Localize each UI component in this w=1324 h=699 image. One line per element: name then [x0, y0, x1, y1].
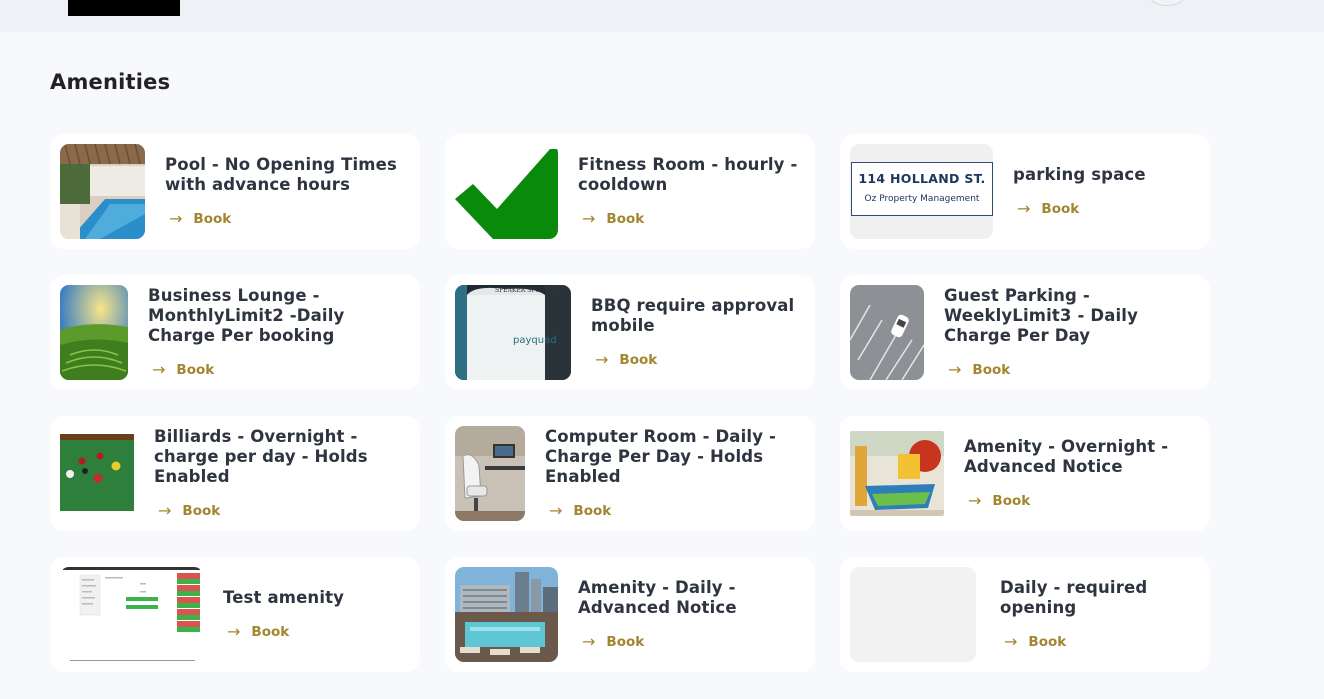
book-button[interactable]: → Book: [968, 491, 1030, 510]
sign-subtitle: Oz Property Management: [864, 194, 980, 204]
book-button[interactable]: → Book: [1017, 199, 1079, 218]
amenity-title: Fitness Room - hourly - cooldown: [578, 155, 798, 194]
book-button[interactable]: → Book: [948, 360, 1010, 379]
arrow-right-icon: →: [582, 632, 596, 651]
arrow-right-icon: →: [158, 501, 172, 520]
arrow-right-icon: →: [227, 622, 241, 641]
arrow-right-icon: →: [968, 491, 982, 510]
arrow-right-icon: →: [1004, 632, 1018, 651]
book-button[interactable]: → Book: [582, 209, 644, 228]
amenity-card[interactable]: Fitness Room - hourly - cooldown → Book: [445, 134, 815, 249]
amenity-card[interactable]: Guest Parking - WeeklyLimit3 - Daily Cha…: [840, 275, 1210, 390]
amenity-card[interactable]: Amenity - Daily - Advanced Notice → Book: [445, 557, 815, 672]
brand-logo[interactable]: [68, 0, 180, 16]
amenity-image-placeholder: [850, 567, 976, 662]
book-button[interactable]: → Book: [549, 501, 611, 520]
amenity-image: SPEAKER SPONSOR payquad: [455, 285, 571, 380]
amenity-title: BBQ require approval mobile: [591, 296, 795, 335]
amenities-grid: Pool - No Opening Times with advance hou…: [50, 134, 1210, 672]
arrow-right-icon: →: [595, 350, 609, 369]
page-title: Amenities: [50, 70, 171, 94]
sign-title: 114 HOLLAND ST.: [858, 171, 986, 186]
amenity-image: [60, 144, 145, 239]
amenity-card[interactable]: Amenity - Overnight - Advanced Notice → B…: [840, 416, 1210, 531]
amenity-card[interactable]: Computer Room - Daily - Charge Per Day -…: [445, 416, 815, 531]
top-header: [0, 0, 1324, 32]
book-button[interactable]: → Book: [582, 632, 644, 651]
amenity-title: Computer Room - Daily - Charge Per Day -…: [545, 427, 777, 486]
amenity-title: Pool - No Opening Times with advance hou…: [165, 155, 397, 194]
amenity-card[interactable]: 114 HOLLAND ST. Oz Property Management p…: [840, 134, 1210, 249]
book-button[interactable]: → Book: [169, 209, 231, 228]
amenity-image: 114 HOLLAND ST. Oz Property Management: [850, 144, 993, 239]
book-button[interactable]: → Book: [158, 501, 220, 520]
amenity-card[interactable]: Billiards - Overnight - charge per day -…: [50, 416, 420, 531]
amenity-image: [455, 567, 558, 662]
book-button[interactable]: → Book: [152, 360, 214, 379]
amenity-title: Amenity - Daily - Advanced Notice: [578, 578, 737, 617]
user-avatar[interactable]: [1150, 0, 1184, 6]
arrow-right-icon: →: [582, 209, 596, 228]
arrow-right-icon: →: [948, 360, 962, 379]
amenity-title: Daily - required opening: [1000, 578, 1148, 617]
amenity-card[interactable]: SPEAKER SPONSOR payquad BBQ require appr…: [445, 275, 815, 390]
amenity-image: [60, 285, 128, 380]
amenity-card[interactable]: Business Lounge - MonthlyLimit2 -Daily C…: [50, 275, 420, 390]
amenity-image: [60, 567, 203, 662]
amenity-image: [850, 426, 944, 521]
book-button[interactable]: → Book: [227, 622, 289, 641]
amenity-title: parking space: [1013, 165, 1146, 184]
amenity-title: Guest Parking - WeeklyLimit3 - Daily Cha…: [944, 286, 1138, 345]
book-button[interactable]: → Book: [1004, 632, 1066, 651]
amenity-card[interactable]: Pool - No Opening Times with advance hou…: [50, 134, 420, 249]
banner-brand-text: payquad: [513, 335, 557, 346]
amenity-image: [850, 285, 924, 380]
amenity-card[interactable]: Daily - required opening → Book: [840, 557, 1210, 672]
amenity-title: Billiards - Overnight - charge per day -…: [154, 427, 368, 486]
arrow-right-icon: →: [169, 209, 183, 228]
arrow-right-icon: →: [549, 501, 563, 520]
amenity-title: Business Lounge - MonthlyLimit2 -Daily C…: [148, 286, 345, 345]
amenity-image: [455, 144, 558, 239]
arrow-right-icon: →: [1017, 199, 1031, 218]
banner-top-text: SPEAKER SPONSOR: [495, 287, 560, 294]
arrow-right-icon: →: [152, 360, 166, 379]
amenity-card[interactable]: Test amenity → Book: [50, 557, 420, 672]
amenity-title: Amenity - Overnight - Advanced Notice: [964, 437, 1169, 476]
amenity-image: [60, 426, 134, 521]
amenity-image: [455, 426, 525, 521]
amenity-title: Test amenity: [223, 588, 345, 607]
book-button[interactable]: → Book: [595, 350, 657, 369]
